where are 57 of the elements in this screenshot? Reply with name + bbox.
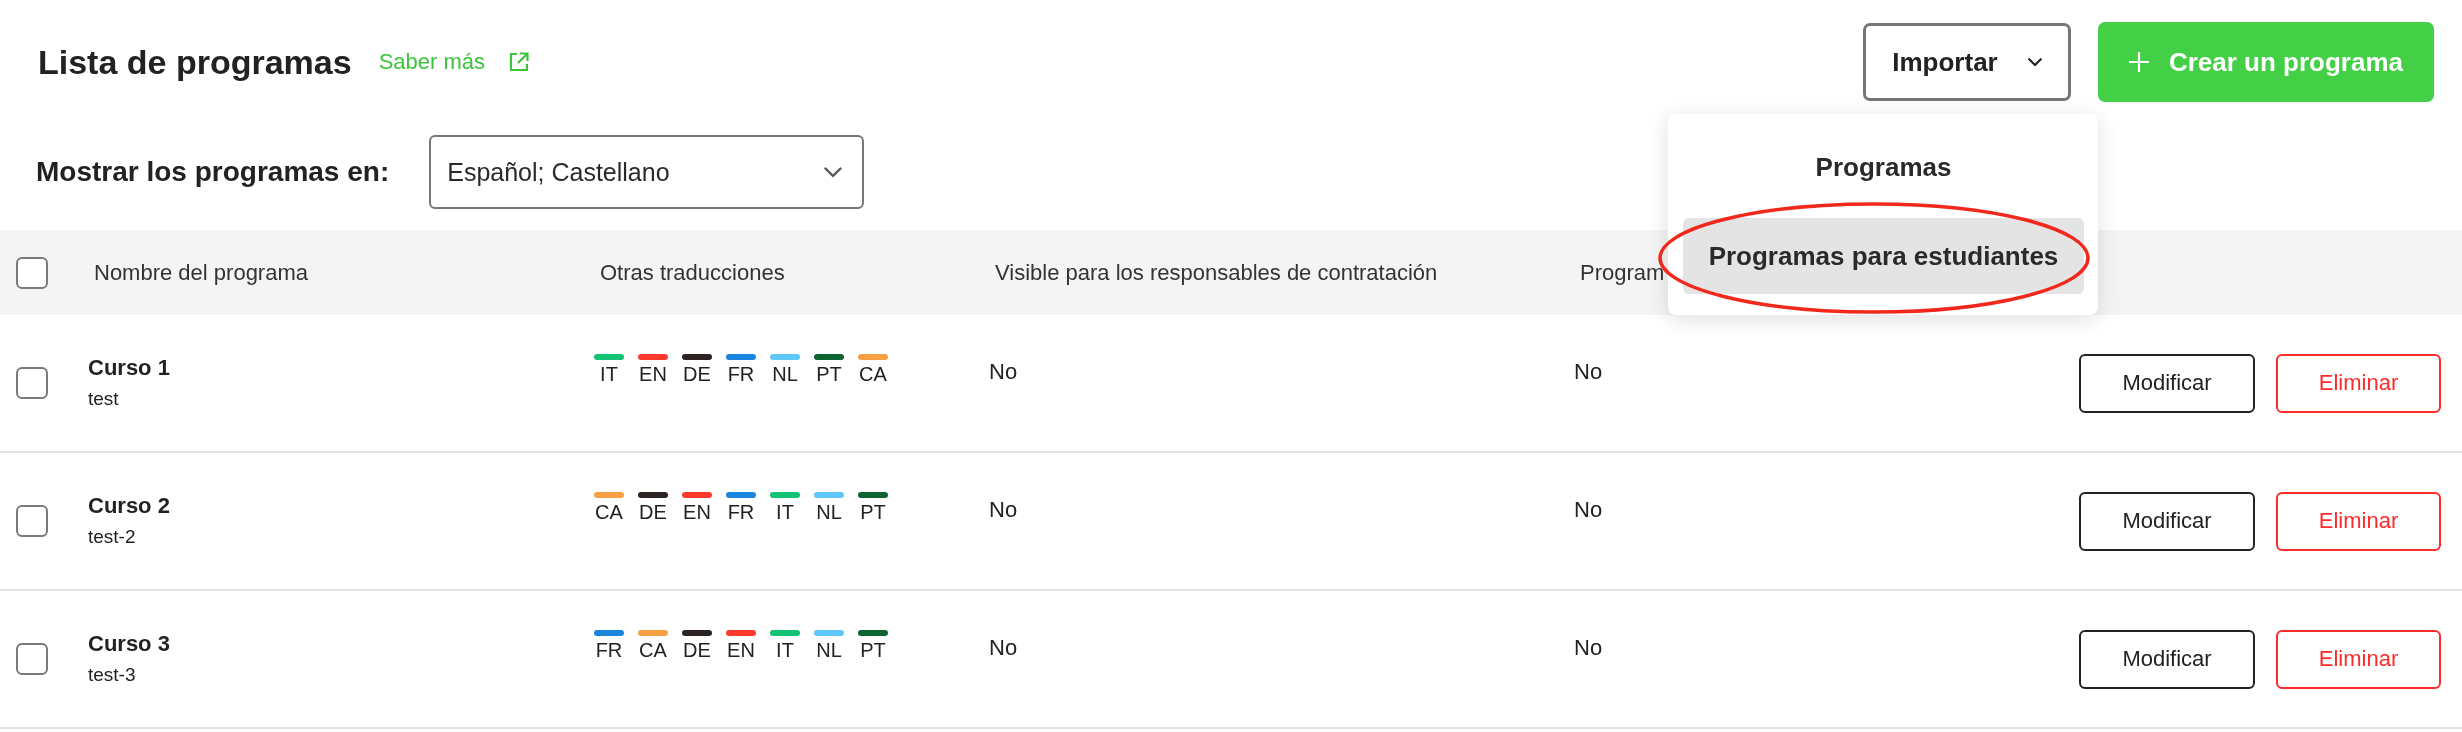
language-code: IT — [600, 363, 618, 385]
program-name: Curso 1 — [88, 355, 170, 381]
language-code: DE — [683, 639, 711, 661]
language-code: DE — [639, 501, 667, 523]
program-name: Curso 3 — [88, 631, 170, 657]
language-code: NL — [772, 363, 798, 385]
language-code: NL — [816, 501, 842, 523]
table-cell: No — [989, 359, 1018, 385]
language-code: EN — [683, 501, 711, 523]
language-code: DE — [683, 363, 711, 385]
table-cell: No — [1574, 359, 1603, 385]
edit-button[interactable]: Modificar — [2079, 491, 2255, 551]
language-code: CA — [859, 363, 887, 385]
column-header: Visible para los responsables de contratación — [995, 259, 1438, 286]
table-cell: No — [989, 497, 1018, 523]
language-code: PT — [860, 639, 886, 661]
language-code: PT — [860, 501, 886, 523]
column-header: Nombre del programa — [94, 259, 308, 286]
column-header: Otras traducciones — [600, 259, 785, 286]
program-code: test — [88, 387, 119, 411]
column-header: Program — [1580, 259, 1665, 286]
delete-button[interactable]: Eliminar — [2276, 491, 2441, 551]
language-code: CA — [595, 501, 623, 523]
import-button[interactable]: Importar — [1863, 23, 2071, 101]
table-cell: No — [1574, 635, 1603, 661]
table-cell: No — [989, 635, 1018, 661]
language-code: EN — [639, 363, 667, 385]
table-cell: No — [1574, 497, 1603, 523]
program-code: test-3 — [88, 663, 136, 687]
plus-icon — [2128, 52, 2149, 72]
chevron-icon — [824, 166, 843, 178]
menu-item[interactable]: Programas para estudiantes — [1683, 218, 2084, 294]
select-all-checkbox[interactable] — [16, 256, 48, 289]
row-checkbox[interactable] — [16, 643, 48, 675]
filter-label: Mostrar los programas en: — [36, 156, 390, 188]
language-code: FR — [595, 639, 623, 661]
caret-icon — [2027, 57, 2042, 67]
language-code: FR — [727, 363, 755, 385]
language-code: PT — [816, 363, 842, 385]
language-code: CA — [639, 639, 667, 661]
language-code: FR — [727, 501, 755, 523]
language-code: EN — [727, 639, 755, 661]
program-code: test-2 — [88, 525, 136, 549]
language-code: IT — [776, 639, 794, 661]
row-checkbox[interactable] — [16, 505, 48, 537]
delete-button[interactable]: Eliminar — [2276, 629, 2441, 689]
row-checkbox[interactable] — [16, 367, 48, 399]
language-code: NL — [816, 639, 842, 661]
language-code: IT — [776, 501, 794, 523]
edit-button[interactable]: Modificar — [2079, 629, 2255, 689]
page-title: Lista de programas — [38, 42, 352, 82]
menu-item[interactable]: Programas — [1683, 129, 2084, 205]
program-name: Curso 2 — [88, 493, 170, 519]
edit-button[interactable]: Modificar — [2079, 353, 2255, 413]
external-link-icon — [509, 52, 530, 72]
delete-button[interactable]: Eliminar — [2276, 353, 2441, 413]
language-select[interactable]: Español; Castellano — [429, 135, 865, 209]
